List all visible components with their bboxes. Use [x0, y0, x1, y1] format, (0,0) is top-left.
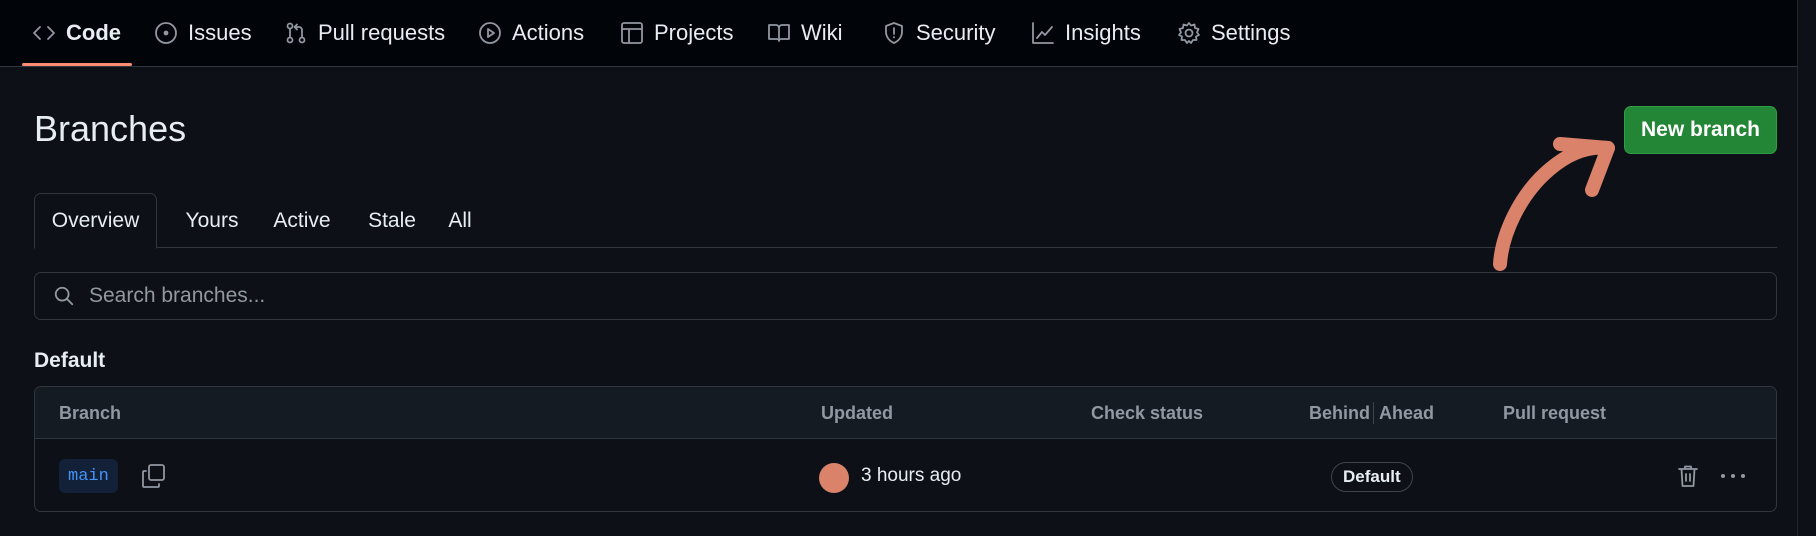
nav-item-security[interactable]: Security	[882, 0, 995, 66]
copy-icon	[142, 464, 165, 488]
nav-item-label: Insights	[1065, 20, 1141, 45]
graph-icon	[1032, 22, 1054, 44]
nav-item-label: Code	[66, 20, 121, 45]
more-options-button[interactable]	[1718, 463, 1748, 489]
table-row: main 3 hours ago Default	[35, 439, 1776, 511]
column-header-pull-request: Pull request	[1503, 402, 1607, 423]
delete-branch-button[interactable]	[1675, 463, 1701, 489]
code-icon	[33, 26, 55, 40]
column-header-check-status: Check status	[1091, 402, 1204, 423]
new-branch-button[interactable]: New branch	[1624, 106, 1777, 154]
column-header-branch: Branch	[59, 402, 122, 423]
gear-icon	[1178, 22, 1200, 44]
nav-item-code[interactable]: Code	[32, 0, 121, 66]
branch-name-link[interactable]: main	[59, 459, 118, 493]
active-tab-underline	[22, 63, 132, 66]
nav-item-label: Projects	[654, 20, 734, 45]
nav-item-actions[interactable]: Actions	[478, 0, 584, 66]
git-pull-request-icon	[286, 22, 306, 44]
table-icon	[621, 22, 643, 44]
tab-all[interactable]: All	[435, 193, 485, 248]
nav-item-label: Settings	[1211, 20, 1291, 45]
nav-item-issues[interactable]: Issues	[154, 0, 252, 66]
default-badge: Default	[1331, 462, 1413, 492]
issue-opened-icon	[155, 22, 177, 44]
play-icon	[479, 22, 501, 44]
book-icon	[768, 24, 790, 42]
nav-item-projects[interactable]: Projects	[620, 0, 733, 66]
nav-item-pull-requests[interactable]: Pull requests	[284, 0, 445, 66]
tab-overview[interactable]: Overview	[34, 193, 157, 249]
shield-icon	[885, 22, 903, 44]
column-header-behind: Behind	[1309, 402, 1370, 423]
nav-item-settings[interactable]: Settings	[1177, 0, 1291, 66]
tab-stale[interactable]: Stale	[349, 193, 435, 248]
kebab-horizontal-icon	[1721, 474, 1745, 478]
nav-item-label: Security	[916, 20, 996, 45]
search-input[interactable]	[89, 284, 1689, 308]
branch-table: Branch Updated Check status Behind Ahead…	[34, 386, 1777, 512]
repo-nav: Code Issues Pull requests Actions Projec…	[0, 0, 1816, 67]
nav-item-insights[interactable]: Insights	[1031, 0, 1141, 66]
page-title: Branches	[34, 108, 187, 149]
search-icon	[54, 286, 74, 306]
updated-time: 3 hours ago	[861, 465, 962, 486]
nav-item-label: Actions	[512, 20, 585, 45]
nav-item-label: Wiki	[801, 20, 843, 45]
nav-item-wiki[interactable]: Wiki	[767, 0, 843, 66]
section-heading-default: Default	[34, 349, 106, 372]
tab-yours[interactable]: Yours	[169, 193, 255, 248]
copy-branch-name-button[interactable]	[139, 461, 169, 491]
behind-ahead-divider	[1373, 402, 1374, 424]
nav-item-label: Pull requests	[318, 20, 446, 45]
column-header-updated: Updated	[821, 402, 893, 423]
trash-icon	[1678, 465, 1698, 487]
column-header-ahead: Ahead	[1379, 402, 1435, 423]
nav-item-label: Issues	[188, 20, 252, 45]
branch-filter-tabs: Overview Yours Active Stale All	[34, 193, 1777, 249]
avatar[interactable]	[819, 463, 849, 493]
vertical-scrollbar[interactable]	[1797, 0, 1816, 536]
search-box[interactable]	[34, 272, 1777, 320]
tab-active[interactable]: Active	[255, 193, 349, 248]
table-header: Branch Updated Check status Behind Ahead…	[35, 387, 1776, 439]
